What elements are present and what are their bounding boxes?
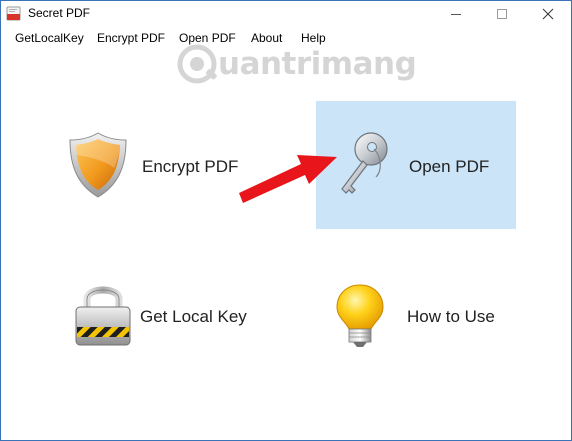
encrypt-pdf-label: Encrypt PDF bbox=[142, 157, 239, 176]
open-pdf-tile[interactable]: Open PDF bbox=[316, 101, 516, 229]
arrow-icon bbox=[239, 155, 337, 203]
get-local-key-tile[interactable]: Get Local Key bbox=[61, 271, 261, 361]
watermark-text: uantrimang bbox=[218, 46, 417, 82]
minimize-icon bbox=[451, 14, 461, 15]
title-bar[interactable]: Secret PDF bbox=[1, 1, 571, 27]
window-title: Secret PDF bbox=[28, 6, 91, 20]
how-to-use-tile[interactable]: How to Use bbox=[326, 271, 526, 361]
maximize-icon bbox=[497, 9, 507, 19]
watermark: uantrimang bbox=[176, 43, 417, 87]
minimize-button[interactable] bbox=[433, 1, 479, 27]
watermark-logo-icon bbox=[177, 44, 217, 84]
maximize-button[interactable] bbox=[479, 1, 525, 27]
app-pdf-icon bbox=[6, 6, 21, 21]
encrypt-pdf-tile[interactable]: Encrypt PDF bbox=[61, 121, 261, 211]
lightbulb-icon bbox=[336, 284, 384, 347]
shield-icon bbox=[69, 132, 127, 198]
open-pdf-label: Open PDF bbox=[409, 157, 490, 176]
get-local-key-label: Get Local Key bbox=[140, 307, 247, 326]
menu-getlocalkey[interactable]: GetLocalKey bbox=[12, 31, 87, 45]
padlock-icon bbox=[75, 286, 131, 346]
close-button[interactable] bbox=[525, 1, 571, 27]
app-window: Secret PDF GetLocalKey Encrypt PDF Open … bbox=[0, 0, 572, 441]
close-icon bbox=[542, 8, 554, 20]
how-to-use-label: How to Use bbox=[407, 307, 495, 326]
menu-encrypt-pdf[interactable]: Encrypt PDF bbox=[94, 31, 168, 45]
key-icon bbox=[341, 132, 388, 194]
